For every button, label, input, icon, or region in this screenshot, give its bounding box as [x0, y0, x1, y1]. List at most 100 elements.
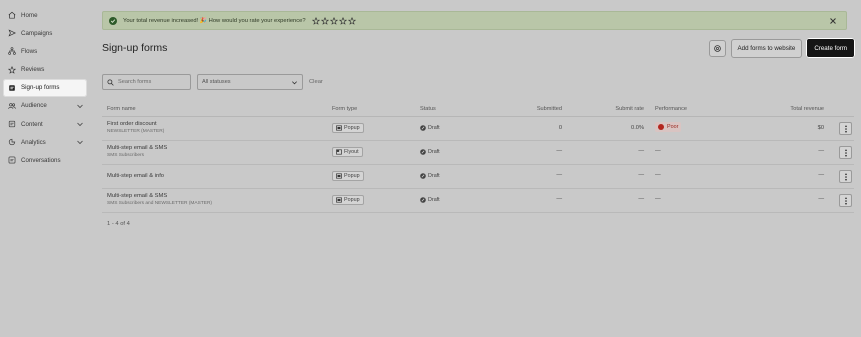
search-placeholder: Search forms: [118, 79, 152, 85]
flyout-icon: [336, 149, 342, 155]
sidebar-item-reviews[interactable]: Reviews: [0, 61, 90, 79]
audience-icon: [7, 101, 17, 111]
draft-icon: [420, 173, 426, 179]
send-icon: [7, 28, 17, 38]
table-row[interactable]: Multi-step email & info Popup Draft — — …: [102, 165, 854, 189]
submitted-value: —: [556, 148, 562, 154]
performance-value: —: [655, 196, 661, 202]
revenue-value: —: [818, 172, 824, 178]
submit-rate-value: —: [638, 172, 644, 178]
form-type-badge: Popup: [332, 123, 364, 133]
sidebar: Home Campaigns Flows Reviews Sign-up for…: [0, 0, 90, 337]
sidebar-item-home[interactable]: Home: [0, 6, 90, 24]
row-actions-button[interactable]: [839, 194, 852, 207]
performance-value: —: [655, 148, 661, 154]
sidebar-item-content[interactable]: Content: [0, 115, 90, 133]
create-form-button[interactable]: Create form: [806, 38, 855, 58]
sidebar-item-audience[interactable]: Audience: [0, 97, 90, 115]
table-row[interactable]: Multi-step email & SMS SMS Subscribers a…: [102, 189, 854, 213]
form-type-badge: Popup: [332, 171, 364, 181]
draft-icon: [420, 149, 426, 155]
check-circle-icon: [109, 16, 117, 25]
form-name-link[interactable]: Multi-step email & info: [107, 173, 164, 179]
sidebar-item-label: Conversations: [21, 156, 61, 164]
rating-star-1[interactable]: [311, 16, 320, 25]
more-vertical-icon: [844, 125, 847, 132]
table-header: Form name Form type Status Submitted Sub…: [102, 101, 854, 117]
sidebar-item-analytics[interactable]: Analytics: [0, 133, 90, 151]
main-content: Your total revenue increased! 🎉 How woul…: [90, 0, 861, 337]
search-input[interactable]: Search forms: [102, 74, 191, 90]
alert-icon: [658, 124, 664, 130]
chevron-down-icon[interactable]: [76, 138, 84, 146]
popup-icon: [336, 125, 342, 131]
sidebar-item-campaigns[interactable]: Campaigns: [0, 24, 90, 42]
home-icon: [7, 10, 17, 20]
table-row[interactable]: Multi-step email & SMS SMS Subscribers F…: [102, 141, 854, 165]
submit-rate-value: —: [638, 196, 644, 202]
column-header-submitted[interactable]: Submitted: [522, 106, 562, 112]
form-list-name: SMS Subscribers: [107, 153, 145, 158]
filter-bar: Search forms All statuses Clear: [102, 74, 323, 90]
sidebar-item-label: Home: [21, 11, 38, 19]
revenue-value: —: [818, 196, 824, 202]
chat-icon: [7, 155, 17, 165]
gear-icon: [713, 44, 721, 52]
status-badge: Draft: [420, 171, 440, 181]
form-icon: [7, 83, 17, 93]
form-name-link[interactable]: First order discount: [107, 121, 164, 127]
row-actions-button[interactable]: [839, 170, 852, 183]
settings-button[interactable]: [708, 39, 726, 57]
submitted-value: —: [556, 172, 562, 178]
header-actions: Add forms to website Create form: [708, 38, 855, 58]
column-header-form-type[interactable]: Form type: [332, 106, 357, 112]
popup-icon: [336, 197, 342, 203]
rating-star-5[interactable]: [347, 16, 356, 25]
rating-star-2[interactable]: [320, 16, 329, 25]
form-name-link[interactable]: Multi-step email & SMS: [107, 145, 167, 151]
performance-badge: Poor: [655, 122, 682, 132]
submit-rate-value: —: [638, 148, 644, 154]
row-actions-button[interactable]: [839, 122, 852, 135]
more-vertical-icon: [844, 173, 847, 180]
status-select-value: All statuses: [202, 79, 231, 85]
sidebar-item-label: Flows: [21, 47, 38, 55]
feedback-banner: Your total revenue increased! 🎉 How woul…: [102, 11, 847, 30]
form-name-link[interactable]: Multi-step email & SMS: [107, 193, 212, 199]
column-header-total-revenue[interactable]: Total revenue: [774, 106, 824, 112]
close-icon[interactable]: [828, 16, 838, 26]
sidebar-item-signup-forms[interactable]: Sign-up forms: [3, 78, 87, 97]
column-header-status[interactable]: Status: [420, 106, 436, 112]
row-actions-button[interactable]: [839, 146, 852, 159]
analytics-icon: [7, 137, 17, 147]
sidebar-item-label: Analytics: [21, 138, 46, 146]
sidebar-item-label: Sign-up forms: [21, 84, 60, 92]
status-select[interactable]: All statuses: [197, 74, 303, 90]
column-header-performance[interactable]: Performance: [655, 106, 687, 112]
submitted-value: —: [556, 196, 562, 202]
more-vertical-icon: [844, 197, 847, 204]
chevron-down-icon: [292, 81, 297, 85]
submitted-value: 0: [558, 125, 562, 131]
chevron-down-icon[interactable]: [76, 120, 84, 128]
sidebar-item-label: Reviews: [21, 66, 45, 74]
clear-filters-link[interactable]: Clear: [309, 79, 323, 85]
form-type-badge: Flyout: [332, 147, 363, 157]
forms-table: Form name Form type Status Submitted Sub…: [102, 101, 854, 213]
form-type-badge: Popup: [332, 195, 364, 205]
add-forms-to-website-button[interactable]: Add forms to website: [730, 38, 803, 58]
column-header-submit-rate[interactable]: Submit rate: [604, 106, 644, 112]
flows-icon: [7, 46, 17, 56]
sidebar-item-conversations[interactable]: Conversations: [0, 151, 90, 169]
chevron-down-icon[interactable]: [76, 102, 84, 110]
search-icon: [107, 78, 114, 86]
sidebar-item-label: Content: [21, 120, 43, 128]
sidebar-item-flows[interactable]: Flows: [0, 42, 90, 60]
table-row[interactable]: First order discount NEWSLETTER (MASTER)…: [102, 117, 854, 141]
rating-star-4[interactable]: [338, 16, 347, 25]
performance-value: —: [655, 172, 661, 178]
column-header-form-name[interactable]: Form name: [107, 106, 136, 112]
page-title: Sign-up forms: [102, 42, 168, 54]
rating-star-3[interactable]: [329, 16, 338, 25]
star-rating: [311, 16, 357, 25]
